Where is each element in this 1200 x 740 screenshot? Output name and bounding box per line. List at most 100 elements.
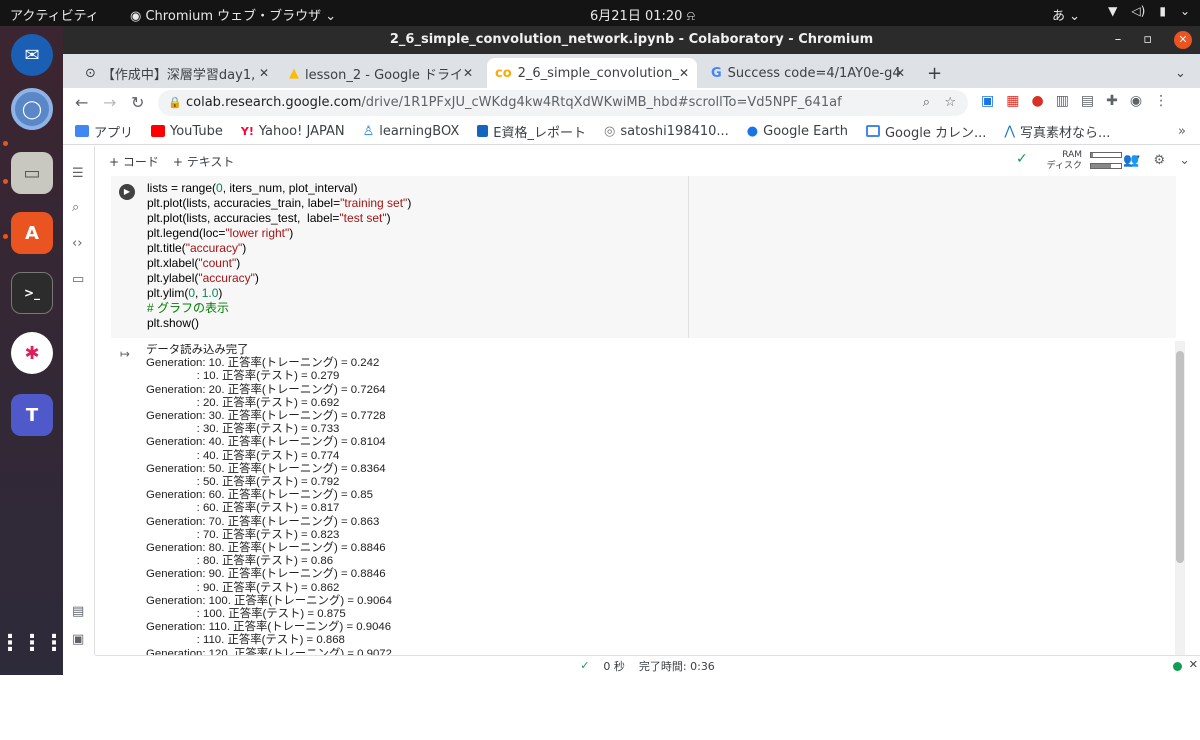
calendar-extension-icon[interactable]: ▦	[1006, 93, 1019, 109]
output-line: Generation: 20. 正答率(トレーニング) = 0.7264	[146, 383, 386, 396]
software-center-icon[interactable]: A	[11, 212, 53, 254]
show-apps-icon[interactable]: ⋮⋮⋮	[0, 622, 65, 664]
output-line: : 110. 正答率(テスト) = 0.868	[146, 634, 345, 647]
close-icon[interactable]: ✕	[1174, 31, 1192, 49]
ram-bar	[1090, 152, 1122, 158]
output-line: Generation: 10. 正答率(トレーニング) = 0.242	[146, 357, 380, 370]
bookmark-satoshi[interactable]: ◎ satoshi198410...	[604, 124, 729, 139]
bookmark-yahoo[interactable]: Y! Yahoo! JAPAN	[241, 124, 345, 139]
bookmark-youtube[interactable]: YouTube	[151, 124, 223, 139]
connection-dot-icon	[1173, 662, 1182, 671]
dock-running-dot	[3, 179, 8, 184]
teams-icon[interactable]: T	[11, 394, 53, 436]
close-icon[interactable]: ✕	[463, 66, 473, 80]
bookmark-google-earth[interactable]: ● Google Earth	[747, 124, 848, 139]
bookmark-photo[interactable]: ⋀ 写真素材なら...	[1004, 122, 1110, 141]
thunderbird-icon[interactable]: ✉	[11, 34, 53, 76]
activities-button[interactable]: アクティビティ	[10, 5, 99, 24]
close-icon[interactable]: ✕	[1189, 658, 1198, 671]
output-icon[interactable]: ↦	[120, 347, 130, 361]
forward-icon[interactable]: →	[103, 93, 116, 112]
ram-label: RAM	[1062, 150, 1082, 160]
resource-monitor[interactable]: ✓ RAM ディスク ▼	[1016, 150, 1140, 172]
tab-label: Success code=4/1AY0e-g4	[727, 65, 901, 81]
tab-search-button[interactable]: ⌄	[1167, 58, 1193, 88]
terminal-icon[interactable]: ▣	[72, 632, 84, 647]
bookmark-apps[interactable]: アプリ	[75, 122, 133, 141]
tab-colab[interactable]: co 2_6_simple_convolution_ ✕	[487, 58, 697, 88]
system-tray[interactable]: ▼ ◁) ▮ ⌄	[1108, 4, 1190, 18]
reload-icon[interactable]: ↻	[131, 93, 144, 112]
colab-icon: co	[495, 65, 512, 81]
menu-icon[interactable]: ⋮	[1154, 93, 1168, 109]
chromium-icon[interactable]: ◯	[11, 88, 53, 130]
apps-grid-icon	[75, 125, 89, 137]
close-icon[interactable]: ✕	[679, 66, 689, 80]
github-icon: ◎	[604, 123, 616, 139]
files-icon[interactable]: ▭	[11, 152, 53, 194]
run-cell-button[interactable]: ▶	[119, 184, 135, 200]
code-line: plt.title("accuracy")	[147, 241, 247, 255]
scrollbar-thumb[interactable]	[1176, 351, 1184, 563]
more-bookmarks-icon[interactable]: »	[1178, 124, 1186, 139]
omnibox[interactable]: 🔒 colab.research.google.com/drive/1R1PFx…	[158, 90, 968, 116]
tab-label: lesson_2 - Google ドライ	[305, 67, 464, 83]
star-icon[interactable]: ☆	[944, 90, 956, 116]
add-text-button[interactable]: + テキスト	[173, 153, 235, 170]
window-titlebar: 2_6_simple_convolution_network.ipynb - C…	[63, 26, 1200, 54]
maximize-icon[interactable]: ▫	[1143, 26, 1152, 54]
toc-icon[interactable]: ☰	[72, 166, 84, 181]
url-path: /drive/1R1PFxJU_cWKdg4kw4RtqXdWKwiMB_hbd…	[361, 95, 842, 110]
chevron-down-icon[interactable]: ⌄	[1179, 153, 1190, 168]
input-method-label: あ	[1052, 9, 1066, 24]
url-host: colab.research.google.com	[186, 95, 362, 110]
code-line: # グラフの表示	[147, 301, 230, 315]
toolbar-right: 👥 ⚙ ⌄	[1123, 153, 1190, 168]
clock[interactable]: 6月21日 01:20 ⍾	[590, 5, 695, 24]
output-line: : 30. 正答率(テスト) = 0.733	[146, 423, 340, 436]
close-icon[interactable]: ✕	[259, 66, 269, 80]
colab-toolbar: + コード + テキスト ✓ RAM ディスク ▼ 👥 ⚙ ⌄	[95, 146, 1200, 176]
bookmark-learningbox[interactable]: ♙ learningBOX	[363, 124, 460, 139]
profile-icon[interactable]: ◉	[1130, 93, 1142, 109]
output-scrollbar[interactable]	[1175, 341, 1185, 655]
code-cell[interactable]: ▶ lists = range(0, iters_num, plot_inter…	[111, 176, 1176, 338]
minimize-icon[interactable]: –	[1115, 26, 1122, 54]
command-palette-icon[interactable]: ▤	[72, 604, 84, 619]
new-tab-button[interactable]: +	[919, 58, 949, 88]
output-line: : 50. 正答率(テスト) = 0.792	[146, 476, 340, 489]
lock-icon: 🔒	[168, 96, 182, 109]
close-icon[interactable]: ✕	[895, 66, 905, 80]
output-line: Generation: 40. 正答率(トレーニング) = 0.8104	[146, 436, 386, 449]
folder-icon[interactable]: ▭	[72, 272, 84, 287]
bookmark-e-shikaku[interactable]: E資格_レポート	[477, 122, 586, 141]
extension-icon[interactable]: ▤	[1081, 93, 1094, 109]
output-line: Generation: 120. 正答率(トレーニング) = 0.9072	[146, 647, 392, 655]
add-code-button[interactable]: + コード	[109, 153, 159, 170]
zoom-search-icon[interactable]: ⌕	[923, 90, 930, 116]
code-line: plt.legend(loc="lower right")	[147, 226, 294, 240]
bookmark-google-calendar[interactable]: Google カレン...	[865, 122, 986, 141]
input-method[interactable]: あ ⌄	[1052, 5, 1080, 24]
slack-icon[interactable]: ✱	[11, 332, 53, 374]
tab-doc[interactable]: ⊙ 【作成中】深層学習day1, ✕	[77, 58, 277, 88]
extension-icon[interactable]: ▥	[1056, 93, 1069, 109]
extension-icon[interactable]: ▣	[981, 93, 994, 109]
tab-drive[interactable]: ▲ lesson_2 - Google ドライ ✕	[281, 58, 481, 88]
app-menu[interactable]: ◉ Chromium ウェブ・ブラウザ ⌄	[130, 5, 336, 24]
tab-success[interactable]: G Success code=4/1AY0e-g4 ✕	[703, 58, 913, 88]
puzzle-icon[interactable]: ✚	[1106, 93, 1118, 109]
extension-icon[interactable]: ●	[1031, 93, 1043, 109]
dock-running-dot	[3, 234, 8, 239]
window-controls: – ▫ ✕	[1115, 26, 1192, 54]
share-people-icon[interactable]: 👥	[1123, 153, 1139, 168]
back-icon[interactable]: ←	[75, 93, 88, 112]
terminal-icon[interactable]: >_	[11, 272, 53, 314]
yahoo-icon: Y!	[240, 124, 254, 138]
system-top-bar: アクティビティ ◉ Chromium ウェブ・ブラウザ ⌄ 6月21日 01:2…	[0, 0, 1200, 26]
code-editor[interactable]: lists = range(0, iters_num, plot_interva…	[147, 181, 411, 331]
gear-icon[interactable]: ⚙	[1153, 153, 1165, 168]
code-snippets-icon[interactable]: ‹›	[72, 236, 82, 251]
output-line: : 80. 正答率(テスト) = 0.86	[146, 555, 334, 568]
search-icon[interactable]: ⌕	[72, 200, 79, 215]
